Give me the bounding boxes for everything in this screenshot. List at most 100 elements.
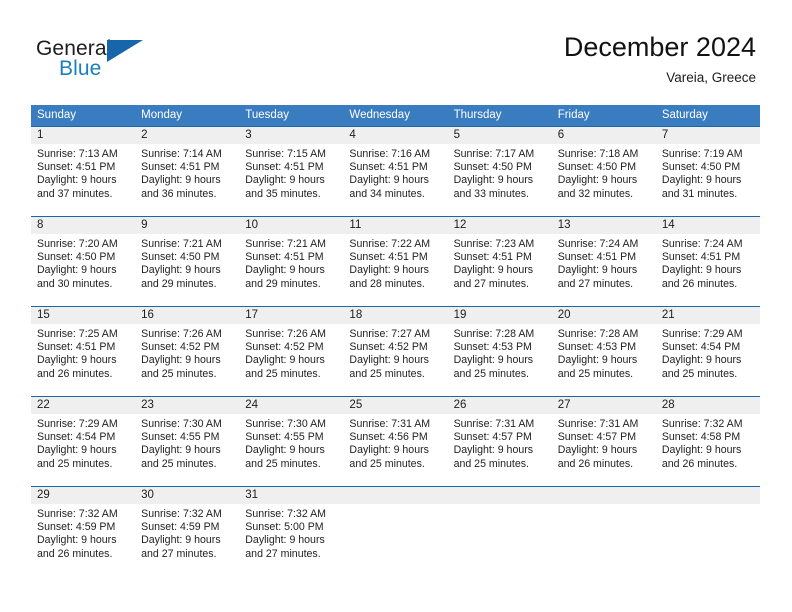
day-cell[interactable]: Sunrise: 7:32 AM Sunset: 5:00 PM Daylight:… [239, 504, 343, 568]
day-sunset-text: Sunset: 4:57 PM [453, 431, 532, 444]
day-cell[interactable]: Sunrise: 7:25 AM Sunset: 4:51 PM Daylight:… [31, 324, 135, 388]
day-number[interactable]: 12 [448, 217, 552, 234]
day-cell[interactable]: Sunrise: 7:28 AM Sunset: 4:53 PM Daylight:… [448, 324, 552, 388]
day-number[interactable]: 23 [135, 397, 239, 414]
day-daylight2-text: and 37 minutes. [37, 187, 113, 200]
day-number[interactable]: 29 [31, 487, 135, 504]
day-cell[interactable]: Sunrise: 7:22 AM Sunset: 4:51 PM Daylight:… [343, 234, 447, 298]
day-number[interactable]: 27 [552, 397, 656, 414]
day-cell[interactable]: Sunrise: 7:31 AM Sunset: 4:57 PM Daylight:… [448, 414, 552, 478]
day-cell[interactable]: Sunrise: 7:19 AM Sunset: 4:50 PM Daylight:… [656, 144, 760, 208]
day-number[interactable]: 24 [239, 397, 343, 414]
day-cell[interactable]: Sunrise: 7:27 AM Sunset: 4:52 PM Daylight:… [343, 324, 447, 388]
day-sunrise-text: Sunrise: 7:13 AM [37, 148, 118, 160]
day-daylight1-text: Daylight: 9 hours [37, 534, 117, 547]
day-number[interactable]: 20 [552, 307, 656, 324]
weekday-header-saturday: Saturday [661, 109, 708, 121]
day-cell[interactable]: Sunrise: 7:24 AM Sunset: 4:51 PM Daylight:… [552, 234, 656, 298]
day-number[interactable]: 30 [135, 487, 239, 504]
day-cell[interactable]: Sunrise: 7:32 AM Sunset: 4:59 PM Daylight:… [31, 504, 135, 568]
day-sunrise-text: Sunrise: 7:25 AM [37, 328, 118, 340]
day-cell[interactable]: Sunrise: 7:32 AM Sunset: 4:59 PM Daylight:… [135, 504, 239, 568]
day-daylight1-text: Daylight: 9 hours [349, 264, 429, 277]
weekday-header-wednesday: Wednesday [349, 109, 410, 121]
day-sunset-text: Sunset: 4:51 PM [557, 251, 637, 264]
day-sunset-text: Sunset: 4:51 PM [245, 251, 324, 264]
day-number[interactable]: 31 [239, 487, 343, 504]
day-cell[interactable]: Sunrise: 7:31 AM Sunset: 4:56 PM Daylight:… [343, 414, 447, 478]
day-number[interactable]: 17 [239, 307, 343, 324]
day-daylight2-text: and 28 minutes. [349, 277, 425, 290]
calendar-weeks: 1 2 3 4 5 6 7 Sunrise: 7:13 AM Sunset: 4:51 PM Da… [31, 126, 760, 568]
day-cell[interactable]: Sunrise: 7:21 AM Sunset: 4:51 PM Daylight:… [239, 234, 343, 298]
day-daylight1-text: Daylight: 9 hours [453, 444, 534, 457]
day-cell[interactable]: Sunrise: 7:16 AM Sunset: 4:51 PM Daylight:… [343, 144, 447, 208]
day-number[interactable]: 1 [31, 127, 135, 144]
day-number[interactable]: 28 [656, 397, 760, 414]
day-cell[interactable]: Sunrise: 7:30 AM Sunset: 4:55 PM Daylight:… [135, 414, 239, 478]
day-daylight2-text: and 34 minutes. [349, 187, 425, 200]
day-sunset-text: Sunset: 4:55 PM [141, 431, 220, 444]
day-number[interactable]: 2 [135, 127, 239, 144]
day-sunrise-text: Sunrise: 7:24 AM [661, 238, 743, 250]
day-number[interactable]: 11 [343, 217, 447, 234]
day-cell[interactable]: Sunrise: 7:20 AM Sunset: 4:50 PM Daylight:… [31, 234, 135, 298]
weekday-header-tuesday: Tuesday [245, 109, 289, 121]
day-cell[interactable]: Sunrise: 7:14 AM Sunset: 4:51 PM Daylight:… [135, 144, 239, 208]
day-number[interactable]: 16 [135, 307, 239, 324]
day-daylight2-text: and 25 minutes. [245, 367, 321, 380]
day-sunset-text: Sunset: 4:51 PM [661, 251, 741, 264]
day-cell[interactable]: Sunrise: 7:15 AM Sunset: 4:51 PM Daylight:… [239, 144, 343, 208]
day-cell[interactable]: Sunrise: 7:28 AM Sunset: 4:53 PM Daylight:… [552, 324, 656, 388]
day-cell[interactable]: Sunrise: 7:29 AM Sunset: 4:54 PM Daylight:… [656, 324, 760, 388]
day-sunrise-text: Sunrise: 7:29 AM [37, 418, 118, 430]
day-daylight2-text: and 26 minutes. [557, 457, 634, 470]
day-number[interactable]: 10 [239, 217, 343, 234]
day-number[interactable]: 3 [239, 127, 343, 144]
day-cell[interactable]: Sunrise: 7:32 AM Sunset: 4:58 PM Daylight:… [656, 414, 760, 478]
day-cell[interactable]: Sunrise: 7:30 AM Sunset: 4:55 PM Daylight:… [239, 414, 343, 478]
day-sunrise-text: Sunrise: 7:22 AM [349, 238, 431, 250]
day-daylight1-text: Daylight: 9 hours [141, 444, 221, 457]
day-number[interactable]: 22 [31, 397, 135, 414]
day-cell[interactable]: Sunrise: 7:13 AM Sunset: 4:51 PM Daylight:… [31, 144, 135, 208]
day-daylight1-text: Daylight: 9 hours [37, 174, 117, 187]
general-blue-logo[interactable]: General Blue [36, 38, 236, 88]
day-number[interactable]: 4 [343, 127, 447, 144]
day-sunset-text: Sunset: 4:52 PM [245, 341, 324, 354]
day-sunset-text: Sunset: 4:54 PM [37, 431, 116, 444]
day-sunrise-text: Sunrise: 7:31 AM [557, 418, 639, 430]
day-number[interactable]: 14 [656, 217, 760, 234]
day-sunrise-text: Sunrise: 7:26 AM [245, 328, 326, 340]
day-cell[interactable]: Sunrise: 7:26 AM Sunset: 4:52 PM Daylight:… [239, 324, 343, 388]
day-cell[interactable]: Sunrise: 7:29 AM Sunset: 4:54 PM Daylight:… [31, 414, 135, 478]
day-number[interactable]: 25 [343, 397, 447, 414]
day-cell[interactable]: Sunrise: 7:21 AM Sunset: 4:50 PM Daylight:… [135, 234, 239, 298]
day-number[interactable]: 5 [448, 127, 552, 144]
day-daylight2-text: and 25 minutes. [349, 457, 425, 470]
day-sunrise-text: Sunrise: 7:24 AM [557, 238, 639, 250]
day-daylight1-text: Daylight: 9 hours [245, 174, 325, 187]
day-number[interactable]: 18 [343, 307, 447, 324]
day-number[interactable]: 21 [656, 307, 760, 324]
day-sunset-text: Sunset: 4:51 PM [349, 161, 428, 174]
day-daylight1-text: Daylight: 9 hours [557, 444, 638, 457]
day-number[interactable]: 13 [552, 217, 656, 234]
day-cell[interactable]: Sunrise: 7:17 AM Sunset: 4:50 PM Daylight:… [448, 144, 552, 208]
day-number[interactable]: 9 [135, 217, 239, 234]
day-number[interactable]: 8 [31, 217, 135, 234]
day-cell[interactable]: Sunrise: 7:31 AM Sunset: 4:57 PM Daylight:… [552, 414, 656, 478]
day-cell[interactable]: Sunrise: 7:26 AM Sunset: 4:52 PM Daylight:… [135, 324, 239, 388]
day-sunrise-text: Sunrise: 7:18 AM [557, 148, 639, 160]
day-number[interactable]: 26 [448, 397, 552, 414]
day-cell[interactable]: Sunrise: 7:18 AM Sunset: 4:50 PM Daylight:… [552, 144, 656, 208]
day-number[interactable]: 19 [448, 307, 552, 324]
day-number[interactable]: 6 [552, 127, 656, 144]
day-cell[interactable]: Sunrise: 7:24 AM Sunset: 4:51 PM Daylight:… [656, 234, 760, 298]
day-cell[interactable]: Sunrise: 7:23 AM Sunset: 4:51 PM Daylight:… [448, 234, 552, 298]
title-block: December 2024 Vareia, Greece [564, 30, 756, 88]
day-number[interactable]: 7 [656, 127, 760, 144]
day-number[interactable]: 15 [31, 307, 135, 324]
day-daylight1-text: Daylight: 9 hours [661, 354, 742, 367]
day-daylight2-text: and 29 minutes. [245, 277, 321, 290]
